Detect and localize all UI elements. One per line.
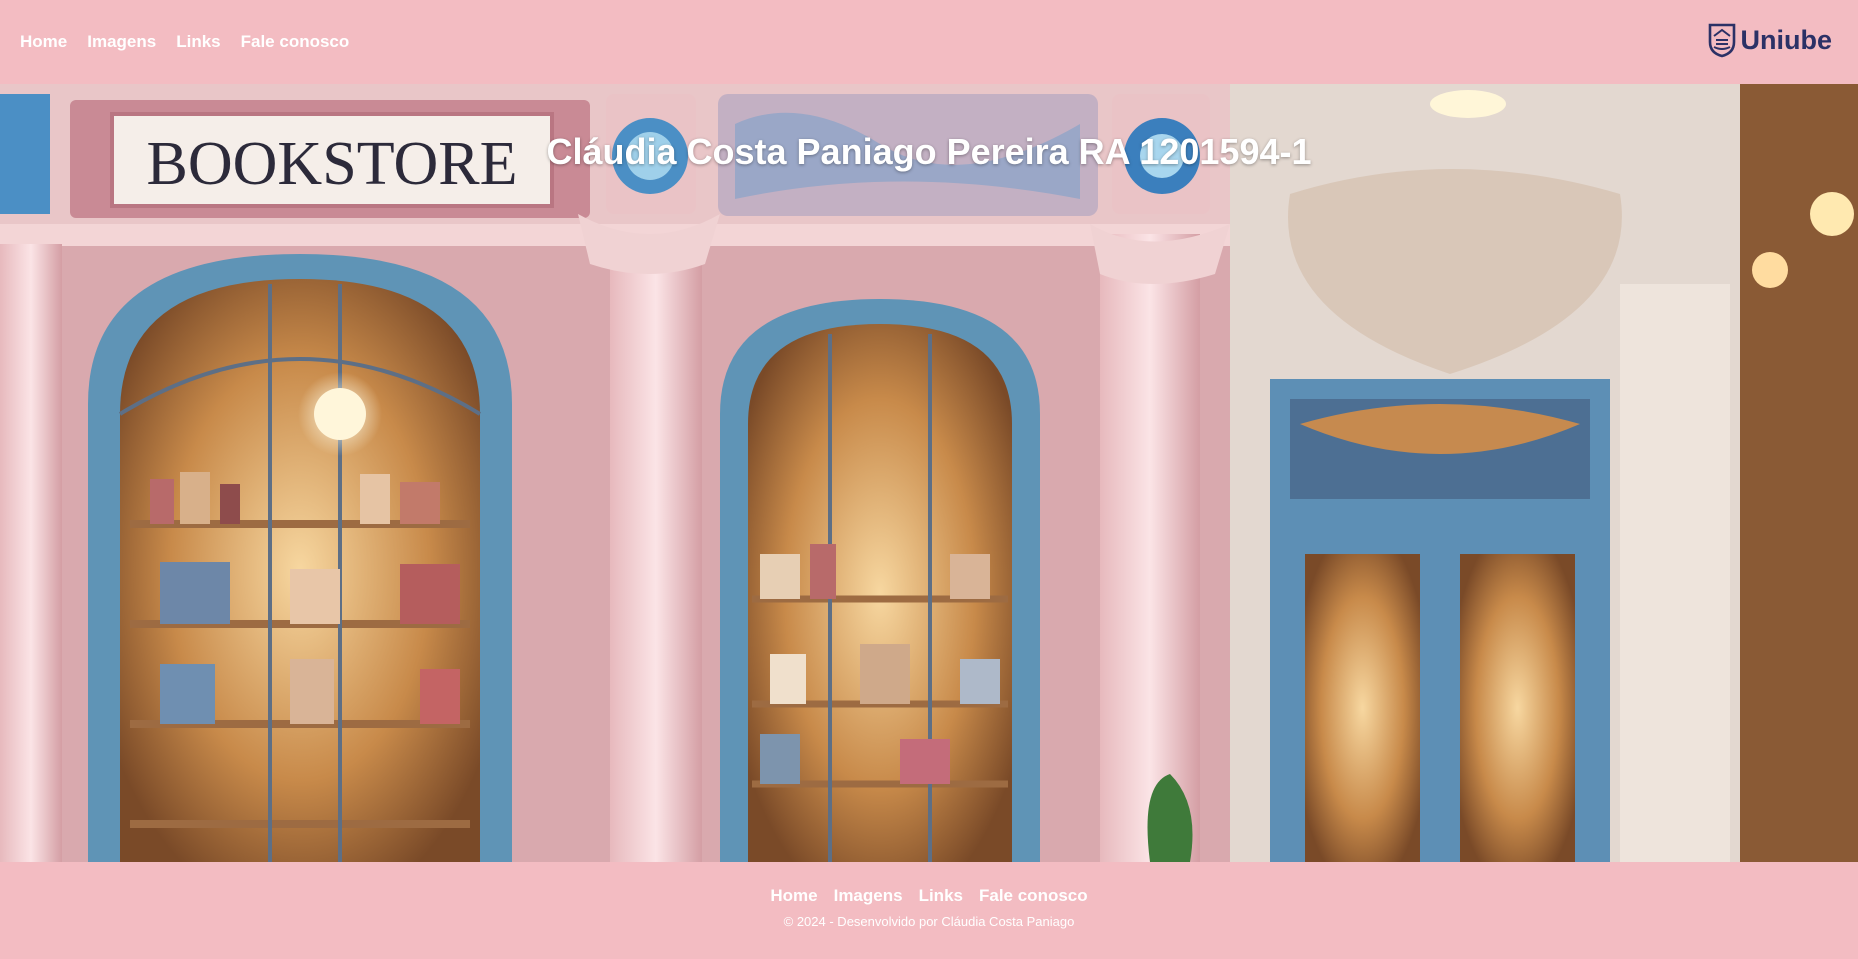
footer-link-links[interactable]: Links bbox=[919, 886, 963, 906]
nav-link-home[interactable]: Home bbox=[20, 32, 67, 52]
copyright-text: © 2024 - Desenvolvido por Cláudia Costa … bbox=[783, 914, 1075, 929]
footer-nav: Home Imagens Links Fale conosco bbox=[0, 862, 1858, 906]
page-title: Cláudia Costa Paniago Pereira RA 1201594… bbox=[546, 131, 1312, 172]
nav-link-links[interactable]: Links bbox=[176, 32, 220, 52]
site-header: Home Imagens Links Fale conosco Uniube bbox=[0, 0, 1858, 84]
main-nav: Home Imagens Links Fale conosco bbox=[20, 32, 349, 52]
uniube-shield-icon bbox=[1708, 23, 1735, 58]
bookstore-facade-image: BOOKSTORE bbox=[0, 84, 1858, 862]
nav-link-fale-conosco[interactable]: Fale conosco bbox=[241, 32, 350, 52]
hero-banner: BOOKSTORE Cláudia Costa Paniago Pereira … bbox=[0, 84, 1858, 862]
footer-link-fale-conosco[interactable]: Fale conosco bbox=[979, 886, 1088, 906]
footer-link-home[interactable]: Home bbox=[770, 886, 817, 906]
uniube-logo[interactable]: Uniube bbox=[1707, 22, 1833, 58]
logo-text: Uniube bbox=[1740, 24, 1833, 55]
site-footer: Home Imagens Links Fale conosco © 2024 -… bbox=[0, 862, 1858, 959]
nav-link-imagens[interactable]: Imagens bbox=[87, 32, 156, 52]
footer-link-imagens[interactable]: Imagens bbox=[834, 886, 903, 906]
